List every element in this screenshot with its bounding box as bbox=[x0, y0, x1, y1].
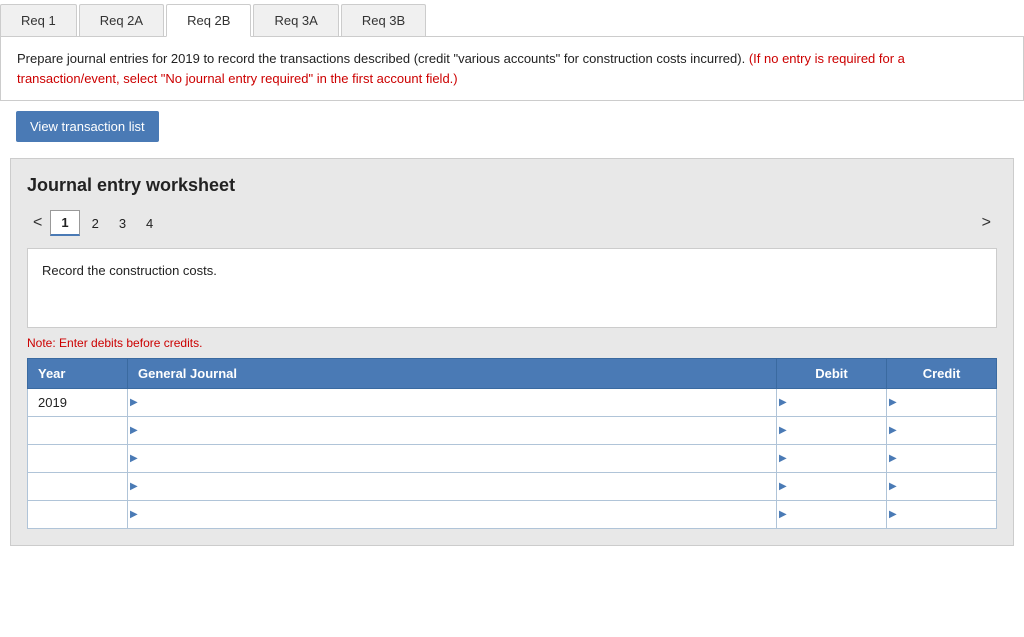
gj-cell-4[interactable]: ▶ bbox=[128, 501, 777, 529]
chevron-right-icon[interactable]: > bbox=[976, 212, 997, 234]
debit-input-4[interactable] bbox=[787, 501, 886, 528]
gj-input-3[interactable] bbox=[138, 473, 776, 500]
tabs-container: Req 1Req 2AReq 2BReq 3AReq 3B bbox=[0, 0, 1024, 37]
credit-arrow-icon-3: ▶ bbox=[887, 481, 897, 492]
header-debit: Debit bbox=[777, 359, 887, 389]
debit-cell-0[interactable]: ▶ bbox=[777, 389, 887, 417]
gj-cell-1[interactable]: ▶ bbox=[128, 417, 777, 445]
description-box: Record the construction costs. bbox=[27, 248, 997, 328]
debit-cell-2[interactable]: ▶ bbox=[777, 445, 887, 473]
gj-input-0[interactable] bbox=[138, 389, 776, 416]
credit-arrow-icon-4: ▶ bbox=[887, 509, 897, 520]
tab-req2b[interactable]: Req 2B bbox=[166, 4, 251, 37]
debit-input-2[interactable] bbox=[787, 445, 886, 472]
debit-input-0[interactable] bbox=[787, 389, 886, 416]
instructions-panel: Prepare journal entries for 2019 to reco… bbox=[0, 37, 1024, 101]
gj-arrow-icon-1: ▶ bbox=[128, 425, 138, 436]
gj-arrow-icon-4: ▶ bbox=[128, 509, 138, 520]
table-row: ▶ ▶ ▶ bbox=[28, 501, 997, 529]
credit-input-4[interactable] bbox=[897, 501, 996, 528]
page-1-button[interactable]: 1 bbox=[50, 210, 79, 236]
gj-input-4[interactable] bbox=[138, 501, 776, 528]
debit-cell-4[interactable]: ▶ bbox=[777, 501, 887, 529]
year-cell-0: 2019 bbox=[28, 389, 128, 417]
table-row: ▶ ▶ ▶ bbox=[28, 417, 997, 445]
year-cell-1 bbox=[28, 417, 128, 445]
debit-input-1[interactable] bbox=[787, 417, 886, 444]
tab-req1[interactable]: Req 1 bbox=[0, 4, 77, 36]
description-text: Record the construction costs. bbox=[42, 263, 217, 278]
gj-arrow-icon-3: ▶ bbox=[128, 481, 138, 492]
page-3-button[interactable]: 3 bbox=[109, 212, 136, 235]
worksheet-container: Journal entry worksheet < 1 2 3 4 > Reco… bbox=[10, 158, 1014, 546]
credit-arrow-icon-2: ▶ bbox=[887, 453, 897, 464]
gj-arrow-icon-2: ▶ bbox=[128, 453, 138, 464]
gj-cell-2[interactable]: ▶ bbox=[128, 445, 777, 473]
note-text: Note: Enter debits before credits. bbox=[27, 336, 997, 350]
debit-arrow-icon-1: ▶ bbox=[777, 425, 787, 436]
table-row: ▶ ▶ ▶ bbox=[28, 445, 997, 473]
credit-input-2[interactable] bbox=[897, 445, 996, 472]
year-cell-2 bbox=[28, 445, 128, 473]
pagination: < 1 2 3 4 > bbox=[27, 210, 997, 236]
gj-input-2[interactable] bbox=[138, 445, 776, 472]
table-row: ▶ ▶ ▶ bbox=[28, 473, 997, 501]
header-credit: Credit bbox=[887, 359, 997, 389]
year-cell-3 bbox=[28, 473, 128, 501]
gj-input-1[interactable] bbox=[138, 417, 776, 444]
tab-req2a[interactable]: Req 2A bbox=[79, 4, 164, 36]
credit-input-1[interactable] bbox=[897, 417, 996, 444]
tab-req3b[interactable]: Req 3B bbox=[341, 4, 426, 36]
credit-cell-4[interactable]: ▶ bbox=[887, 501, 997, 529]
credit-cell-3[interactable]: ▶ bbox=[887, 473, 997, 501]
credit-arrow-icon-1: ▶ bbox=[887, 425, 897, 436]
journal-table: Year General Journal Debit Credit 2019▶▶… bbox=[27, 358, 997, 529]
page-4-button[interactable]: 4 bbox=[136, 212, 163, 235]
credit-cell-0[interactable]: ▶ bbox=[887, 389, 997, 417]
debit-arrow-icon-4: ▶ bbox=[777, 509, 787, 520]
gj-cell-3[interactable]: ▶ bbox=[128, 473, 777, 501]
credit-input-0[interactable] bbox=[897, 389, 996, 416]
debit-arrow-icon-0: ▶ bbox=[777, 397, 787, 408]
credit-arrow-icon-0: ▶ bbox=[887, 397, 897, 408]
worksheet-title: Journal entry worksheet bbox=[27, 175, 997, 196]
year-cell-4 bbox=[28, 501, 128, 529]
debit-arrow-icon-2: ▶ bbox=[777, 453, 787, 464]
header-year: Year bbox=[28, 359, 128, 389]
credit-cell-1[interactable]: ▶ bbox=[887, 417, 997, 445]
gj-arrow-icon-0: ▶ bbox=[128, 397, 138, 408]
tab-req3a[interactable]: Req 3A bbox=[253, 4, 338, 36]
table-row: 2019▶▶▶ bbox=[28, 389, 997, 417]
credit-cell-2[interactable]: ▶ bbox=[887, 445, 997, 473]
page-2-button[interactable]: 2 bbox=[82, 212, 109, 235]
debit-cell-3[interactable]: ▶ bbox=[777, 473, 887, 501]
gj-cell-0[interactable]: ▶ bbox=[128, 389, 777, 417]
instructions-main-text: Prepare journal entries for 2019 to reco… bbox=[17, 51, 745, 66]
chevron-left-icon[interactable]: < bbox=[27, 212, 48, 234]
view-transaction-button[interactable]: View transaction list bbox=[16, 111, 159, 142]
header-general-journal: General Journal bbox=[128, 359, 777, 389]
debit-arrow-icon-3: ▶ bbox=[777, 481, 787, 492]
debit-cell-1[interactable]: ▶ bbox=[777, 417, 887, 445]
credit-input-3[interactable] bbox=[897, 473, 996, 500]
debit-input-3[interactable] bbox=[787, 473, 886, 500]
